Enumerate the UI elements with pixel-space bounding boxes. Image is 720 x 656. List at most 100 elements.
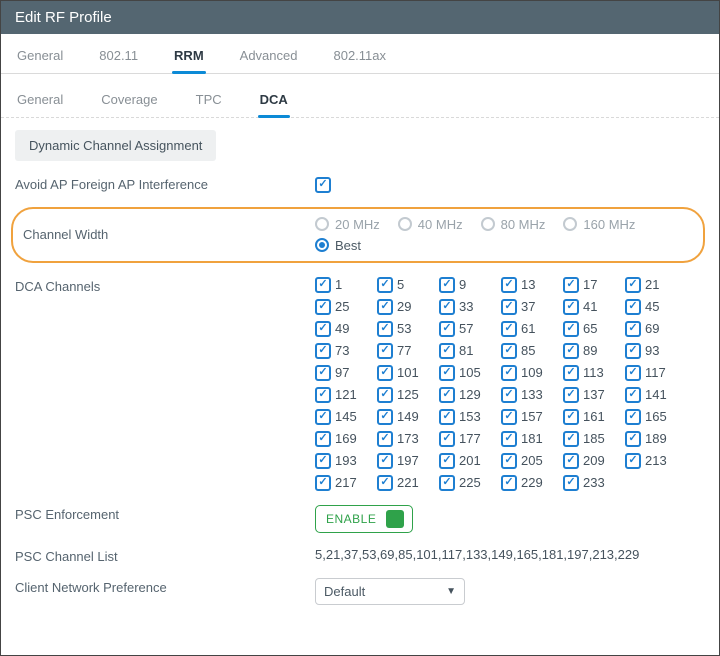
channel-33-checkbox[interactable] — [439, 299, 455, 315]
radio-20-mhz[interactable]: 20 MHz — [315, 217, 380, 232]
channel-201[interactable]: 201 — [439, 453, 497, 469]
channel-129[interactable]: 129 — [439, 387, 497, 403]
channel-137-checkbox[interactable] — [563, 387, 579, 403]
channel-17[interactable]: 17 — [563, 277, 621, 293]
channel-153[interactable]: 153 — [439, 409, 497, 425]
channel-21[interactable]: 21 — [625, 277, 683, 293]
channel-133-checkbox[interactable] — [501, 387, 517, 403]
channel-57[interactable]: 57 — [439, 321, 497, 337]
channel-233-checkbox[interactable] — [563, 475, 579, 491]
channel-85-checkbox[interactable] — [501, 343, 517, 359]
channel-201-checkbox[interactable] — [439, 453, 455, 469]
channel-141-checkbox[interactable] — [625, 387, 641, 403]
channel-165-checkbox[interactable] — [625, 409, 641, 425]
channel-125[interactable]: 125 — [377, 387, 435, 403]
channel-5[interactable]: 5 — [377, 277, 435, 293]
channel-69-checkbox[interactable] — [625, 321, 641, 337]
subtab-coverage[interactable]: Coverage — [99, 88, 159, 117]
channel-1-checkbox[interactable] — [315, 277, 331, 293]
channel-177[interactable]: 177 — [439, 431, 497, 447]
channel-145-checkbox[interactable] — [315, 409, 331, 425]
channel-69[interactable]: 69 — [625, 321, 683, 337]
channel-113[interactable]: 113 — [563, 365, 621, 381]
channel-65-checkbox[interactable] — [563, 321, 579, 337]
psc-enable-toggle[interactable]: ENABLE — [315, 505, 413, 533]
subtab-general[interactable]: General — [15, 88, 65, 117]
channel-105-checkbox[interactable] — [439, 365, 455, 381]
subtab-tpc[interactable]: TPC — [194, 88, 224, 117]
channel-145[interactable]: 145 — [315, 409, 373, 425]
channel-9[interactable]: 9 — [439, 277, 497, 293]
channel-33[interactable]: 33 — [439, 299, 497, 315]
channel-165[interactable]: 165 — [625, 409, 683, 425]
client-pref-select[interactable]: Default ▼ — [315, 578, 465, 605]
channel-25-checkbox[interactable] — [315, 299, 331, 315]
channel-93[interactable]: 93 — [625, 343, 683, 359]
channel-57-checkbox[interactable] — [439, 321, 455, 337]
channel-157-checkbox[interactable] — [501, 409, 517, 425]
channel-21-checkbox[interactable] — [625, 277, 641, 293]
channel-225[interactable]: 225 — [439, 475, 497, 491]
channel-217-checkbox[interactable] — [315, 475, 331, 491]
channel-157[interactable]: 157 — [501, 409, 559, 425]
channel-53-checkbox[interactable] — [377, 321, 393, 337]
channel-181-checkbox[interactable] — [501, 431, 517, 447]
channel-161[interactable]: 161 — [563, 409, 621, 425]
channel-129-checkbox[interactable] — [439, 387, 455, 403]
channel-177-checkbox[interactable] — [439, 431, 455, 447]
channel-117[interactable]: 117 — [625, 365, 683, 381]
channel-133[interactable]: 133 — [501, 387, 559, 403]
channel-77[interactable]: 77 — [377, 343, 435, 359]
channel-101[interactable]: 101 — [377, 365, 435, 381]
channel-17-checkbox[interactable] — [563, 277, 579, 293]
channel-49[interactable]: 49 — [315, 321, 373, 337]
channel-149[interactable]: 149 — [377, 409, 435, 425]
channel-209[interactable]: 209 — [563, 453, 621, 469]
channel-9-checkbox[interactable] — [439, 277, 455, 293]
channel-233[interactable]: 233 — [563, 475, 621, 491]
channel-185[interactable]: 185 — [563, 431, 621, 447]
channel-137[interactable]: 137 — [563, 387, 621, 403]
channel-37[interactable]: 37 — [501, 299, 559, 315]
channel-141[interactable]: 141 — [625, 387, 683, 403]
channel-89-checkbox[interactable] — [563, 343, 579, 359]
channel-193-checkbox[interactable] — [315, 453, 331, 469]
channel-89[interactable]: 89 — [563, 343, 621, 359]
channel-93-checkbox[interactable] — [625, 343, 641, 359]
channel-117-checkbox[interactable] — [625, 365, 641, 381]
channel-173[interactable]: 173 — [377, 431, 435, 447]
channel-125-checkbox[interactable] — [377, 387, 393, 403]
channel-13-checkbox[interactable] — [501, 277, 517, 293]
channel-181[interactable]: 181 — [501, 431, 559, 447]
radio-160-mhz[interactable]: 160 MHz — [563, 217, 635, 232]
tab-rrm[interactable]: RRM — [172, 42, 206, 73]
channel-45[interactable]: 45 — [625, 299, 683, 315]
channel-213-checkbox[interactable] — [625, 453, 641, 469]
channel-37-checkbox[interactable] — [501, 299, 517, 315]
channel-169-checkbox[interactable] — [315, 431, 331, 447]
channel-169[interactable]: 169 — [315, 431, 373, 447]
channel-81-checkbox[interactable] — [439, 343, 455, 359]
channel-185-checkbox[interactable] — [563, 431, 579, 447]
channel-197-checkbox[interactable] — [377, 453, 393, 469]
tab-802-11ax[interactable]: 802.11ax — [331, 42, 388, 73]
channel-209-checkbox[interactable] — [563, 453, 579, 469]
avoid-checkbox[interactable] — [315, 177, 331, 193]
channel-1[interactable]: 1 — [315, 277, 373, 293]
channel-53[interactable]: 53 — [377, 321, 435, 337]
channel-49-checkbox[interactable] — [315, 321, 331, 337]
channel-121[interactable]: 121 — [315, 387, 373, 403]
channel-221-checkbox[interactable] — [377, 475, 393, 491]
channel-213[interactable]: 213 — [625, 453, 683, 469]
channel-229-checkbox[interactable] — [501, 475, 517, 491]
tab-general[interactable]: General — [15, 42, 65, 73]
channel-73[interactable]: 73 — [315, 343, 373, 359]
radio-best[interactable]: Best — [315, 238, 361, 253]
subtab-dca[interactable]: DCA — [258, 88, 290, 117]
tab-802-11[interactable]: 802.11 — [97, 42, 140, 73]
channel-109-checkbox[interactable] — [501, 365, 517, 381]
channel-221[interactable]: 221 — [377, 475, 435, 491]
channel-73-checkbox[interactable] — [315, 343, 331, 359]
channel-97-checkbox[interactable] — [315, 365, 331, 381]
channel-85[interactable]: 85 — [501, 343, 559, 359]
